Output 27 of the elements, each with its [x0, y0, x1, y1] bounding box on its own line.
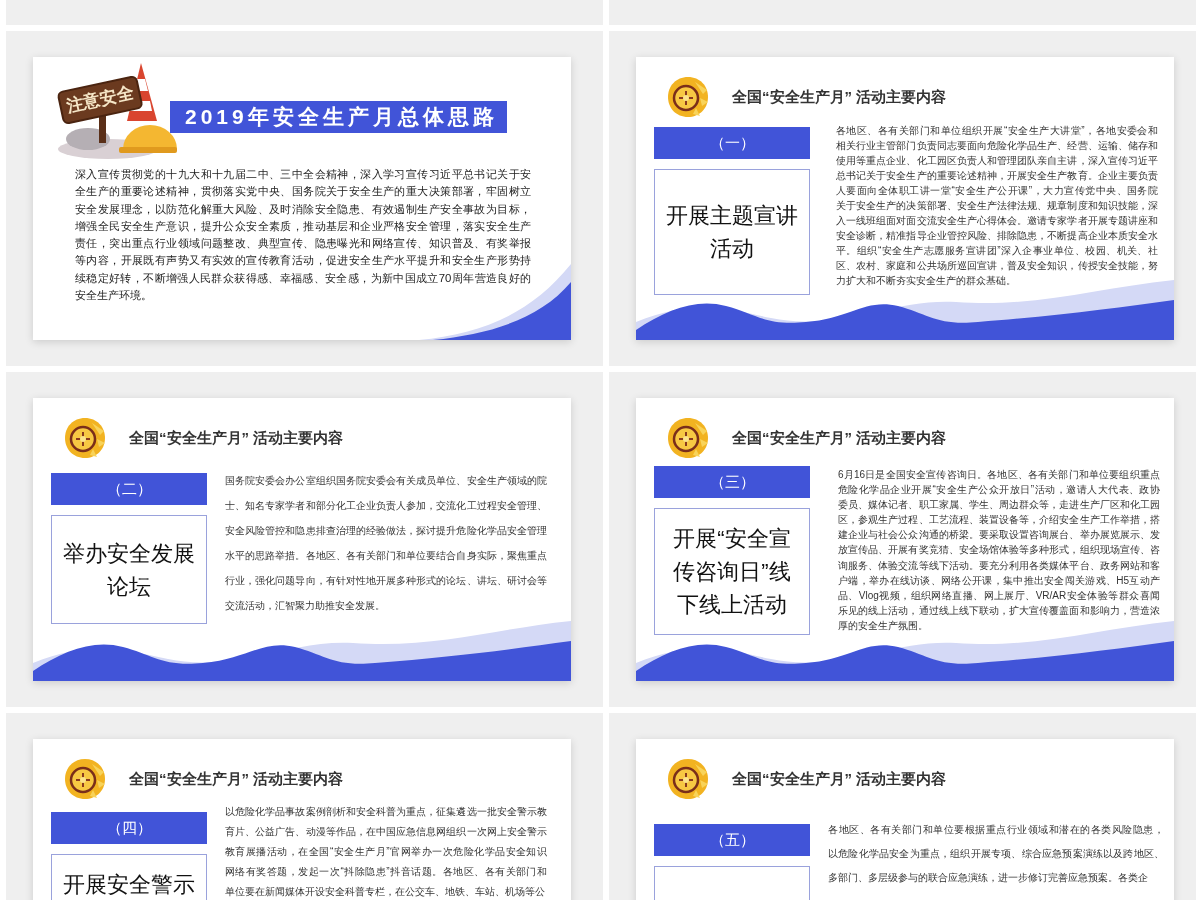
body-text: 深入宣传贯彻党的十九大和十九届二中、三中全会精神，深入学习宣传习近平总书记关于安 全生产的重要论述精神，贯彻落实党中央、国务院关于安全生产的重大决策部署，牢固树立 安全发展理念，以防范化解重大风险、及时消除安全隐患、有效遏制生产安全事故为目标， 增强全民安全生产意识，提升公众安全素质，推动基层和企业严格安全管理，落实安全生产 责任，突出重点行业领域问题整改、典型宣传、隐患曝光和网络宣传、知识普及、有奖举报 等内容，开展既有声势又有实效的宣传教育活动，促进安全生产水平提升和安全生产形势持 续稳定好转，不断增强人民群众获得感、幸福感、安全感，为新中国成立70周年营造良好的 安全生产环境。: [75, 167, 531, 304]
warning-sign: 注意安全: [56, 74, 144, 125]
slide-heading: 全国“安全生产月” 活动主要内容: [732, 86, 947, 107]
activity-title: 举办安全发展 论坛: [62, 539, 196, 601]
body-text: 国务院安委会办公室组织国务院安委会有关成员单位、安全生产领域的院 士、知名专家学者和部分化工企业负责人参加，交流化工过程安全管理、 安全风险管控和隐患排查治理的经验做法，探讨提升危险化学品安全管理 水平的思路举措。各地区、各有关部门和单位要结合自身实际，聚焦重点 行业，强化问题导向，有针对性地开展多种形式的论坛、讲坛、研讨会等 交流活动，汇智聚力助推安全发展。: [225, 474, 547, 613]
section-label: （一）: [654, 127, 810, 159]
slide-heading: 全国“安全生产月” 活动主要内容: [732, 427, 947, 448]
activity-title: 开展安全警示: [62, 871, 196, 899]
slide-heading: 全国“安全生产月” 活动主要内容: [129, 427, 344, 448]
body-text: 各地区、各有关部门和单位组织开展“安全生产大讲堂”，各地安委会和 相关行业主管部门负责同志要面向危险化学品生产、经营、运输、储存和 使用等重点企业、化工园区负责人和管理团队亲自主讲，深入宣传习近平 总书记关于安全生产的重要论述精神，开展安全生产教育。企业主要负责 人要面向全体职工讲一堂“安全生产公开课”，大力宣传党中央、国务院 关于安全生产的决策部署、安全生产法律法规、规章制度和知识技能，深 入一线班组面对面交流安全生产心得体会。邀请专家学者开展专题讲座和 安全诊断，精准指导企业管控风险、排除隐患，不断提高企业本质安全水 平。组织“安全生产志愿服务宣讲团”深入企事业单位、校园、机关、社 区、农村、家庭和公共场所巡回宣讲，普及安全知识，传授安全技能，努 力扩大和不断夯实安全生产的群众基础。: [836, 124, 1158, 288]
slide-heading: 全国“安全生产月” 活动主要内容: [129, 768, 344, 789]
emblem-icon: [667, 76, 709, 118]
activity-title: 开展“安全宣 传咨询日”线 下线上活动: [672, 525, 792, 619]
title-banner: 2019年安全生产月总体思路: [170, 101, 507, 133]
section-label: （五）: [654, 824, 810, 856]
section-label: （三）: [654, 466, 810, 498]
slide-heading: 全国“安全生产月” 活动主要内容: [732, 768, 947, 789]
section-label: （二）: [51, 473, 207, 505]
body-text: 6月16日是全国安全宣传咨询日。各地区、各有关部门和单位要组织重点 危险化学品企业开展“安全生产公众开放日”活动，邀请人大代表、政协 委员、媒体记者、职工家属、学生、周边群众等，走进生产厂区和化工园 区，参观生产过程、工艺流程、装置设备等，介绍安全生产工作举措，搭 建企业与社会公众沟通的桥梁。要采取设置咨询展台、举办展览展示、发 放宣传品、开展有奖竞猜、安全场馆体验等多种形式，组织现场宣传、咨 询服务、体验交流等线下活动。要充分利用各类媒体平台、政务网站和客 户端，举办在线访谈、网络公开课，集中推出安全闯关游戏、H5互动产 品、Vlog视频，组织网络直播、网上展厅、VR/AR安全体验等群众喜闻 乐见的线上活动，通过线上线下联动，扩大宣传覆盖面和影响力，营造浓 厚的安全生产氛围。: [838, 468, 1160, 633]
emblem-icon: [64, 417, 106, 459]
body-text: 各地区、各有关部门和单位要根据重点行业领域和潜在的各类风险隐患， 以危险化学品安全为重点，组织开展专项、综合应急预案演练以及跨地区、 多部门、多层级参与的联合应急演练，进一步修订完善应急预案。各类企: [828, 823, 1164, 885]
activity-title: 开展主题宣讲 活动: [665, 202, 799, 263]
emblem-icon: [64, 758, 106, 800]
body-text: 以危险化学品事故案例剖析和安全科普为重点，征集遴选一批安全警示教 育片、公益广告、动漫等作品，在中国应急信息网组织一次网上安全警示 教育展播活动，在全国“安全生产月”官网举办一次危险化学品安全知识 网络有奖答题，发起一次“抖除隐患”抖音话题。各地区、各有关部门和 单位要在新闻媒体开设安全科普专栏，在公交车、地铁、车站、机场等公: [225, 805, 547, 899]
emblem-icon: [667, 417, 709, 459]
section-label: （四）: [51, 812, 207, 844]
emblem-icon: [667, 758, 709, 800]
